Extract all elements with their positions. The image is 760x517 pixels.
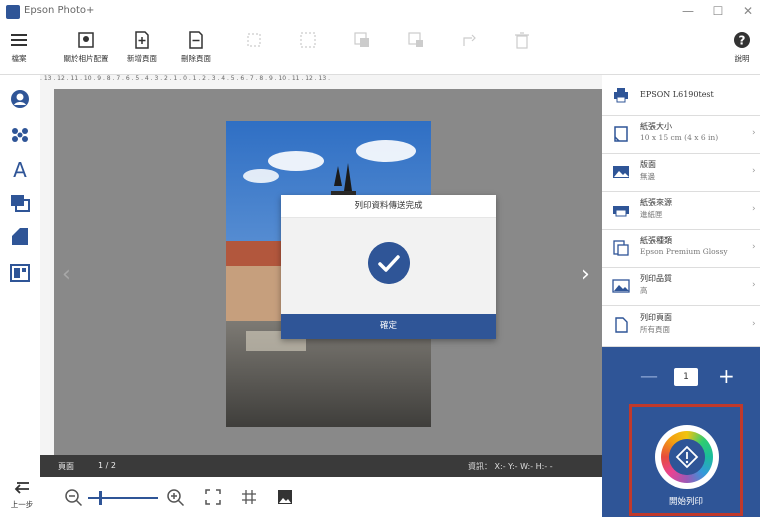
window-title: Epson Photo+ bbox=[24, 5, 95, 16]
chevron-right-icon: › bbox=[752, 280, 756, 290]
increase-copies-button[interactable]: + bbox=[718, 364, 735, 388]
copies-input[interactable]: 1 bbox=[674, 368, 698, 386]
layout-value: 無邊 bbox=[640, 172, 655, 181]
chevron-right-icon: › bbox=[752, 204, 756, 214]
layout-icon[interactable] bbox=[9, 262, 31, 284]
print-quality-icon bbox=[612, 279, 630, 293]
selection-info: 資訊： X:- Y:- W:- H:- - bbox=[468, 462, 553, 471]
printer-name: EPSON L6190test bbox=[640, 90, 714, 99]
fit-screen-icon[interactable] bbox=[204, 488, 222, 506]
title-bar bbox=[0, 0, 760, 24]
file-label: 檔案 bbox=[11, 54, 27, 63]
check-icon bbox=[368, 242, 410, 284]
page-label: 頁面 bbox=[58, 462, 74, 471]
zoom-out-icon[interactable] bbox=[64, 488, 84, 508]
fit-frame-icon bbox=[247, 33, 261, 47]
help-button[interactable]: ? 說明 bbox=[722, 24, 760, 74]
status-bar: 頁面 1 / 2 資訊： X:- Y:- W:- H:- - bbox=[40, 455, 602, 477]
paper-type-icon bbox=[613, 240, 629, 256]
undo-icon bbox=[14, 482, 29, 494]
page-number: 1 / 2 bbox=[98, 461, 116, 470]
paper-size-icon bbox=[614, 126, 628, 142]
chevron-right-icon: › bbox=[752, 128, 756, 138]
text-icon[interactable]: A bbox=[9, 158, 31, 180]
svg-text:A: A bbox=[13, 158, 27, 180]
fill-tool-button[interactable] bbox=[280, 24, 336, 74]
chevron-right-icon: › bbox=[752, 242, 756, 252]
next-page-arrow-icon[interactable]: › bbox=[581, 262, 590, 287]
ruler-vertical bbox=[40, 89, 55, 455]
fill-frame-icon bbox=[300, 32, 316, 48]
undo-button[interactable]: 上一步 bbox=[4, 479, 40, 510]
file-menu-button[interactable]: 檔案 bbox=[4, 24, 34, 74]
paper-type-label: 紙張種類 bbox=[640, 236, 672, 245]
hamburger-menu-icon bbox=[11, 34, 27, 46]
page-icon bbox=[615, 317, 628, 333]
grid-icon[interactable] bbox=[240, 488, 258, 506]
chevron-right-icon: › bbox=[752, 166, 756, 176]
photo-layout-button[interactable]: 關於相片配置 bbox=[58, 24, 114, 74]
add-page-label: 新增頁面 bbox=[127, 54, 157, 63]
undo-label: 上一步 bbox=[10, 500, 34, 509]
zoom-slider-handle[interactable] bbox=[99, 491, 102, 505]
layout-label: 版面 bbox=[640, 160, 656, 169]
paper-source-value: 進紙匣 bbox=[640, 210, 663, 219]
rotate-icon bbox=[463, 34, 476, 46]
paper-size-value: 10 x 15 cm (4 x 6 in) bbox=[640, 133, 719, 142]
delete-page-button[interactable]: 刪除頁面 bbox=[168, 24, 224, 74]
rotate-button[interactable] bbox=[442, 24, 498, 74]
zoom-in-icon[interactable] bbox=[166, 488, 186, 508]
layer-down-icon bbox=[408, 32, 423, 47]
fit-tool-button[interactable] bbox=[226, 24, 282, 74]
image-icon[interactable] bbox=[276, 488, 294, 506]
background-icon[interactable] bbox=[9, 226, 31, 248]
printer-icon bbox=[614, 88, 628, 103]
paper-size-label: 紙張大小 bbox=[640, 122, 672, 131]
trash-button[interactable] bbox=[494, 24, 550, 74]
app-logo-icon bbox=[6, 5, 20, 19]
print-diamond-icon bbox=[669, 439, 705, 475]
print-quality-value: 高 bbox=[640, 286, 648, 295]
close-button[interactable]: ✕ bbox=[738, 4, 758, 18]
svg-text:?: ? bbox=[739, 34, 746, 48]
trash-icon bbox=[515, 32, 529, 49]
photo-layout-label: 關於相片配置 bbox=[63, 54, 109, 63]
dialog-title: 列印資料傳送完成 bbox=[281, 195, 496, 218]
help-label: 說明 bbox=[734, 54, 750, 63]
chevron-right-icon: › bbox=[752, 319, 756, 329]
user-icon[interactable] bbox=[9, 88, 31, 110]
dialog-body bbox=[281, 218, 496, 314]
layer-up-icon bbox=[354, 32, 369, 47]
print-pages-label: 列印頁面 bbox=[640, 313, 672, 322]
add-page-icon bbox=[135, 31, 149, 49]
maximize-button[interactable]: ☐ bbox=[708, 4, 728, 18]
decrease-copies-button[interactable]: — bbox=[640, 366, 658, 387]
print-complete-dialog: 列印資料傳送完成 確定 bbox=[281, 195, 496, 339]
delete-page-icon bbox=[189, 31, 203, 49]
previous-page-arrow-icon[interactable]: ‹ bbox=[62, 262, 71, 287]
bring-forward-button[interactable] bbox=[334, 24, 390, 74]
ruler-horizontal: . 13 . 12 . 11 . 10 . 9 . 8 . 7 . 6 . 5 … bbox=[40, 75, 602, 90]
borderless-icon bbox=[613, 166, 629, 178]
paper-type-value: Epson Premium Glossy bbox=[640, 247, 728, 256]
paper-source-label: 紙張來源 bbox=[640, 198, 672, 207]
print-pages-value: 所有頁面 bbox=[640, 325, 670, 334]
toolbar: 檔案 關於相片配置 新增頁面 刪除頁面 ? 說明 bbox=[0, 24, 760, 75]
photo-frame-icon bbox=[78, 32, 94, 48]
ok-button[interactable]: 確定 bbox=[281, 314, 496, 339]
paper-source-icon bbox=[613, 206, 629, 217]
start-print-label: 開始列印 bbox=[668, 497, 703, 507]
delete-page-label: 刪除頁面 bbox=[181, 54, 211, 63]
minimize-button[interactable]: — bbox=[678, 4, 698, 18]
frame-icon[interactable] bbox=[9, 192, 31, 214]
clipart-icon[interactable] bbox=[9, 124, 31, 146]
help-icon: ? bbox=[734, 32, 750, 48]
print-quality-label: 列印品質 bbox=[640, 274, 672, 283]
add-page-button[interactable]: 新增頁面 bbox=[114, 24, 170, 74]
send-backward-button[interactable] bbox=[388, 24, 444, 74]
